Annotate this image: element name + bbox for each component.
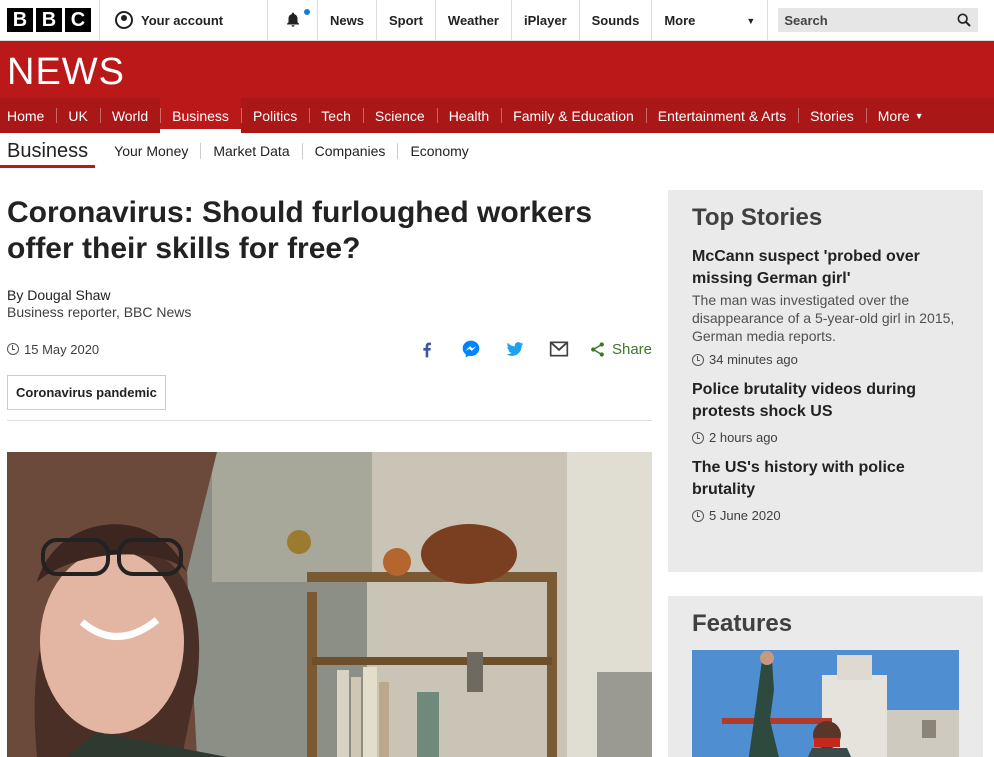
bbc-logo-block: C (65, 8, 91, 32)
user-icon (115, 11, 133, 29)
bell-icon (286, 12, 299, 27)
article-date-text: 15 May 2020 (24, 341, 100, 357)
story-time: 2 hours ago (692, 430, 959, 445)
search-placeholder: Search (784, 12, 828, 28)
section-stories[interactable]: Stories (798, 98, 866, 133)
notification-dot (304, 9, 310, 15)
subnav-your-money[interactable]: Your Money (102, 143, 200, 159)
search-input[interactable]: Search (778, 8, 979, 32)
section-business[interactable]: Business (160, 98, 241, 133)
article-meta: 15 May 2020 Share (7, 337, 652, 361)
bbc-logo[interactable]: B B C (0, 0, 100, 40)
business-subnav: Business Your Money Market Data Companie… (0, 133, 994, 169)
facebook-icon (423, 342, 431, 358)
account-label: Your account (141, 12, 224, 28)
top-story-item[interactable]: Police brutality videos during protests … (692, 379, 959, 445)
chevron-down-icon: ▼ (914, 110, 924, 121)
clock-icon (692, 509, 704, 522)
section-nav: Home UK World Business Politics Tech Sci… (0, 98, 994, 133)
section-more[interactable]: More ▼ (865, 98, 936, 133)
account-link[interactable]: Your account (100, 0, 268, 40)
global-nav-sport[interactable]: Sport (377, 0, 436, 41)
section-home[interactable]: Home (0, 98, 56, 133)
global-navbar: B B C Your account News Sport Weather iP… (0, 0, 994, 41)
global-nav-more-label: More (664, 13, 696, 28)
features: Features (668, 596, 983, 757)
facebook-share-button[interactable] (405, 339, 449, 359)
share-label: Share (611, 340, 652, 358)
author-role: Business reporter, BBC News (7, 304, 192, 320)
section-family-education[interactable]: Family & Education (501, 98, 646, 133)
photo-woman-bookshelf (7, 452, 652, 757)
story-time: 34 minutes ago (692, 352, 959, 367)
photo-protester-raised-fist (692, 650, 959, 757)
email-icon (549, 341, 569, 357)
features-heading: Features (692, 610, 793, 637)
section-world[interactable]: World (99, 98, 160, 133)
share-icon (591, 341, 604, 357)
article-headline: Coronavirus: Should furloughed workers o… (7, 196, 593, 265)
global-nav-more[interactable]: More ▼ (652, 0, 769, 41)
story-time-text: 34 minutes ago (709, 352, 798, 367)
subnav-title[interactable]: Business (0, 133, 96, 169)
story-time: 5 June 2020 (692, 508, 959, 523)
article: Coronavirus: Should furloughed workers o… (7, 195, 652, 421)
article-hero-image (7, 452, 652, 757)
global-nav-links: News Sport Weather iPlayer Sounds More ▼ (318, 0, 769, 41)
section-uk[interactable]: UK (56, 98, 99, 133)
notifications-button[interactable] (268, 0, 318, 40)
share-tools: Share (405, 339, 652, 359)
article-divider (7, 420, 652, 421)
article-date: 15 May 2020 (7, 342, 99, 357)
story-time-text: 5 June 2020 (709, 508, 781, 523)
share-button[interactable]: Share (589, 341, 652, 358)
news-banner: NEWS (0, 41, 994, 98)
global-nav-weather[interactable]: Weather (436, 0, 512, 41)
section-politics[interactable]: Politics (240, 98, 309, 133)
topic-tag[interactable]: Coronavirus pandemic (7, 375, 166, 410)
story-title[interactable]: McCann suspect 'probed over missing Germ… (692, 246, 959, 290)
byline: By Dougal Shaw Business reporter, BBC Ne… (7, 287, 652, 321)
feature-image[interactable] (692, 650, 959, 757)
email-share-button[interactable] (537, 339, 581, 359)
top-story-item[interactable]: McCann suspect 'probed over missing Germ… (692, 246, 959, 367)
chevron-down-icon: ▼ (746, 15, 756, 26)
section-entertainment-arts[interactable]: Entertainment & Arts (645, 98, 798, 133)
section-more-label: More (877, 107, 910, 124)
global-nav-iplayer[interactable]: iPlayer (512, 0, 580, 41)
clock-icon (7, 343, 19, 355)
bbc-logo-block: B (36, 8, 62, 32)
messenger-icon (462, 340, 480, 358)
section-tech[interactable]: Tech (309, 98, 363, 133)
messenger-share-button[interactable] (449, 339, 493, 359)
subnav-companies[interactable]: Companies (301, 143, 398, 159)
twitter-icon (506, 342, 524, 356)
section-science[interactable]: Science (362, 98, 437, 133)
story-title[interactable]: Police brutality videos during protests … (692, 379, 959, 423)
bbc-logo-block: B (7, 8, 33, 32)
story-title[interactable]: The US's history with police brutality (692, 457, 959, 501)
clock-icon (692, 353, 704, 366)
top-stories-heading: Top Stories (692, 204, 823, 231)
search-icon[interactable] (956, 12, 972, 28)
top-stories: Top Stories McCann suspect 'probed over … (668, 190, 983, 572)
global-nav-sounds[interactable]: Sounds (580, 0, 653, 41)
news-wordmark[interactable]: NEWS (7, 51, 125, 94)
twitter-share-button[interactable] (493, 339, 537, 359)
clock-icon (692, 431, 704, 444)
subnav-market-data[interactable]: Market Data (200, 143, 301, 159)
story-summary: The man was investigated over the disapp… (692, 292, 955, 344)
subnav-economy[interactable]: Economy (397, 143, 480, 159)
global-nav-news[interactable]: News (318, 0, 377, 41)
section-health[interactable]: Health (436, 98, 501, 133)
story-time-text: 2 hours ago (709, 430, 778, 445)
top-story-item[interactable]: The US's history with police brutality 5… (692, 457, 959, 523)
author-name: By Dougal Shaw (7, 287, 111, 303)
